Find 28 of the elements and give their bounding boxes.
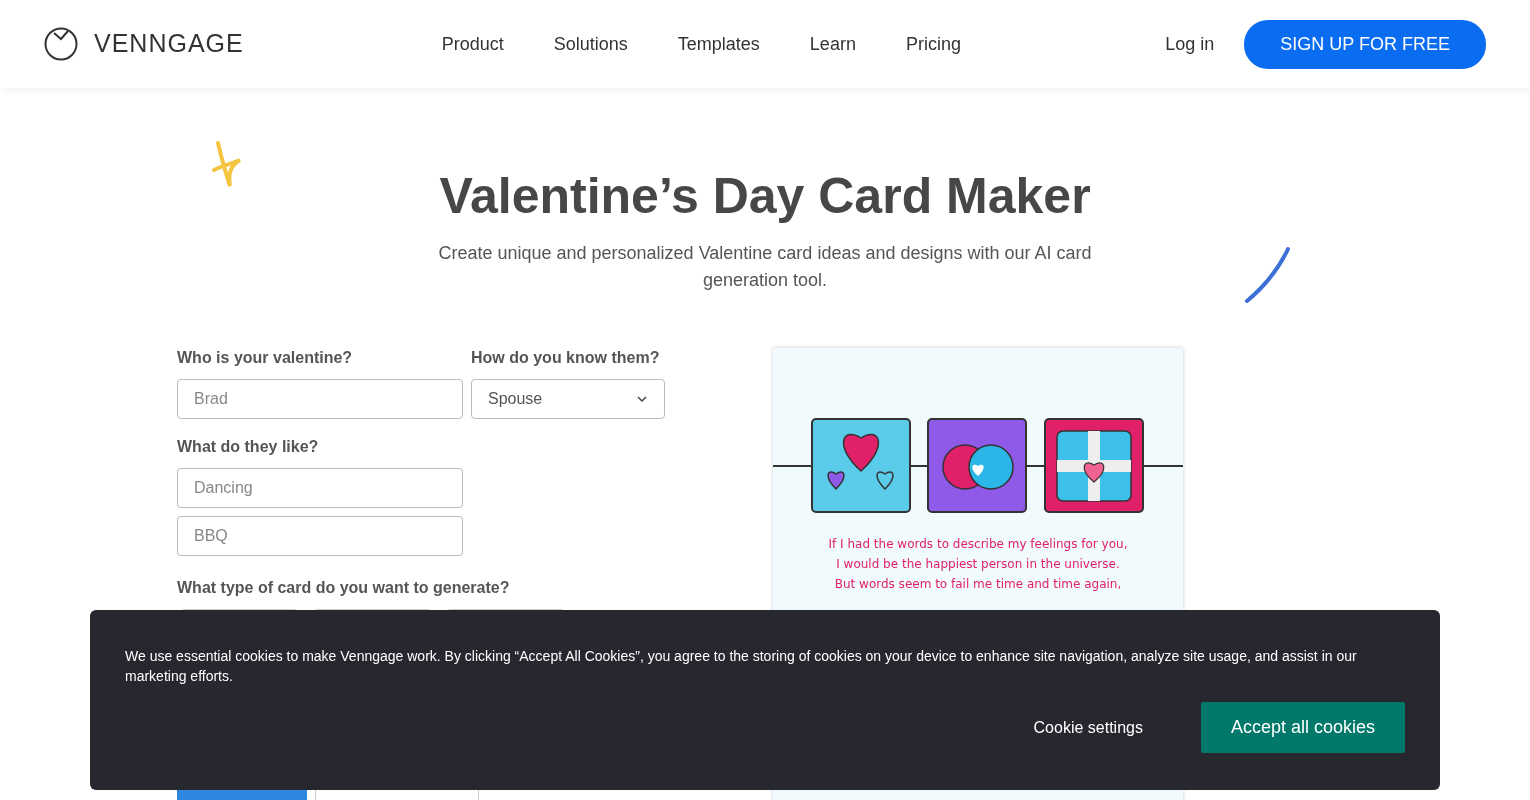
nav-link[interactable]: Pricing [905,30,961,58]
brand-name[interactable]: VENNGAGE [94,25,244,63]
page-title: Valentine’s Day Card Maker [438,167,1092,226]
field-label: What do they like? [177,437,320,457]
nav-link[interactable]: Solutions [553,30,628,58]
signup-button[interactable]: SIGN UP FOR FREE [1244,19,1486,69]
chevron-down-icon [636,395,648,403]
field-label: Who is your valentine? [177,348,354,368]
page-subtitle: Create unique and personalized Valentine card ideas and designs with our AI card generation tool. [437,242,1093,292]
nav-link[interactable]: Learn [809,30,856,58]
accept-cookies-button[interactable]: Accept all cookies [1200,702,1405,753]
sparkle-icon [210,140,244,190]
nav-link[interactable]: Product [441,30,504,58]
logo-icon[interactable] [44,27,78,61]
card-verse-line: If I had the words to describe my feelings for you, [827,536,1129,553]
brush-stroke-icon [1243,246,1293,304]
field-label: How do you know them? [471,348,661,368]
login-link[interactable]: Log in [1165,30,1215,58]
name-input[interactable]: Brad [177,379,463,419]
relation-select[interactable]: Spouse [471,379,665,419]
card-verse-line: I would be the happiest person in the universe. [835,556,1121,573]
interest-input[interactable]: BBQ [177,516,463,556]
field-label: What type of card do you want to generate? [177,578,511,598]
nav-link[interactable]: Templates [677,30,760,58]
cookie-settings-button[interactable]: Cookie settings [1027,714,1149,741]
interest-input[interactable]: Dancing [177,468,463,508]
cookie-notice-text: We use essential cookies to make Venngage work. By clicking “Accept All Cookies”, you agree to the storing of cookies on your device to enhance site navigation, analyze site usage, and assist in our marketing efforts. [125,647,1358,686]
card-verse-line: But words seem to fail me time and time again, [833,576,1123,593]
